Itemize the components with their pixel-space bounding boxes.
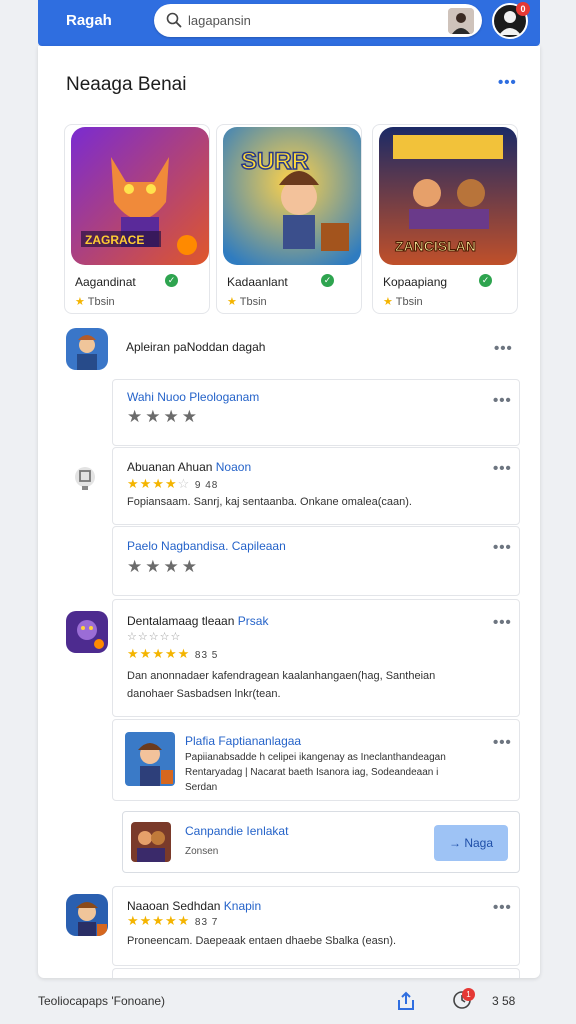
linked-app-title[interactable]: Plafia Faptiananlagaa: [185, 734, 301, 748]
more-options-icon[interactable]: •••: [493, 393, 512, 408]
more-options-icon[interactable]: •••: [493, 540, 512, 555]
star-rating[interactable]: ★★★★: [127, 557, 200, 577]
app-description: Rentaryadag | Nacarat baeth Isanora iag,…: [185, 767, 439, 778]
profile-avatar-button[interactable]: 0: [492, 2, 530, 39]
rating-value: Tbsin: [239, 296, 267, 308]
review-text: Proneencam. Daepeaak entaen dhaebe Sbalk…: [127, 935, 397, 947]
rating-text: 9 48: [194, 480, 219, 491]
rating-value: Tbsin: [395, 296, 423, 308]
linked-app-item: Plafia Faptiananlagaa Papiianabsadde h c…: [112, 719, 520, 801]
install-app-title[interactable]: Canpandie Ienlakat: [185, 824, 288, 838]
game-rating: ★ Tbsin: [383, 295, 423, 308]
search-input[interactable]: [188, 10, 438, 30]
featured-card[interactable]: ZAGRACE Aagandinat ✓ ★ Tbsin: [64, 124, 210, 314]
install-button[interactable]: → Naga: [434, 825, 508, 861]
game-name: Kopaapiang: [383, 275, 448, 289]
author-name: Naaoan Sedhdan: [127, 899, 221, 913]
review-item: Naaoan Sedhdan Knapin ★★★★★ 83 7 Proneen…: [112, 886, 520, 966]
page-title: Neaaga Benai: [66, 74, 187, 95]
artwork-label: SURR: [241, 148, 309, 175]
app-description: Papiianabsadde h celipei ikangenay as In…: [185, 752, 446, 763]
star-icon: ★: [75, 296, 85, 308]
rating-value: Tbsin: [87, 296, 115, 308]
star-icon: ★: [227, 296, 237, 308]
author-tag: Noaon: [215, 460, 252, 474]
star-rating: ★★★★★ 83 5: [127, 646, 219, 661]
more-options-icon[interactable]: •••: [498, 75, 517, 90]
game-rating: ★ Tbsin: [75, 295, 115, 308]
app-thumbnail[interactable]: [66, 894, 108, 936]
featured-card[interactable]: SURR Kadaanlant ✓ ★ Tbsin: [216, 124, 362, 314]
review-text: Fopiansaam. Sanrj, kaj sentaanba. Onkane…: [127, 496, 412, 508]
more-options-icon[interactable]: •••: [493, 735, 512, 750]
review-item: Abuanan Ahuan Noaon ★★★★☆ 9 48 Fopiansaa…: [112, 447, 520, 525]
post-title[interactable]: Apleiran paNoddan dagah: [126, 340, 265, 354]
review-text: danohaer Sasbadsen lnkr(tean.: [127, 688, 281, 700]
review-item: Dentalamaag tleaan Prsak ☆☆☆☆☆ ★★★★★ 83 …: [112, 599, 520, 717]
brand-logo[interactable]: Ragah: [66, 12, 112, 29]
star-rating: ★★★★☆ 9 48: [127, 476, 219, 491]
verified-icon: ✓: [479, 274, 492, 287]
app-thumbnail[interactable]: [66, 611, 108, 653]
review-title[interactable]: Wahi Nuoo Pleologanam: [127, 390, 259, 404]
more-options-icon[interactable]: •••: [493, 900, 512, 915]
search-bar[interactable]: [154, 4, 482, 37]
arrow-icon: →: [448, 836, 461, 850]
author-tag: Prsak: [237, 614, 269, 628]
more-options-icon[interactable]: •••: [493, 615, 512, 630]
notification-badge: 0: [516, 2, 530, 16]
search-avatar[interactable]: [448, 8, 474, 34]
app-thumbnail[interactable]: [66, 328, 108, 370]
game-name: Kadaanlant: [227, 275, 288, 289]
rating-text: 83 5: [194, 650, 219, 661]
notification-badge: 1: [462, 988, 475, 1001]
install-app-subtitle: Zonsen: [185, 846, 219, 857]
review-item: Wahi Nuoo Pleologanam ★★★★ •••: [112, 379, 520, 446]
review-text: Dan anonnadaer kafendragean kaalanhangae…: [127, 670, 436, 682]
main-panel: Neaaga Benai ••• ZAGRACE Aagandinat ✓ ★ …: [38, 46, 540, 978]
author-name: Dentalamaag tleaan: [127, 614, 235, 628]
top-app-bar: Ragah 0: [38, 0, 540, 46]
bottom-status-text: Teoliocapaps 'Fonoane): [38, 994, 166, 1008]
install-button-label: Naga: [464, 836, 494, 850]
search-icon: [166, 12, 182, 28]
app-thumbnail[interactable]: [131, 822, 171, 862]
game-artwork: ZAGRACE: [71, 127, 209, 265]
review-item: Paelo Nagbandisa. Capileaan ★★★★ •••: [112, 526, 520, 596]
artwork-label: ZAGRACE: [85, 233, 144, 247]
star-icon: ★: [383, 296, 393, 308]
author-name: Abuanan Ahuan: [127, 460, 213, 474]
verified-icon: ✓: [165, 274, 178, 287]
more-options-icon[interactable]: •••: [494, 341, 513, 356]
game-rating: ★ Tbsin: [227, 295, 267, 308]
game-artwork: ZANCISLAN: [379, 127, 517, 265]
notification-count: 3 58: [492, 994, 516, 1008]
review-title[interactable]: Paelo Nagbandisa. Capileaan: [127, 539, 286, 553]
app-thumbnail[interactable]: [125, 732, 175, 786]
review-author[interactable]: Dentalamaag tleaan Prsak: [127, 614, 268, 628]
app-description: Serdan: [185, 782, 218, 793]
review-author[interactable]: Naaoan Sedhdan Knapin: [127, 899, 261, 913]
star-rating[interactable]: ★★★★: [127, 407, 200, 427]
artwork-label: ZANCISLAN: [395, 238, 476, 254]
star-rating: ★★★★★ 83 7: [127, 913, 219, 928]
bottom-bar: Teoliocapaps 'Fonoane) 1 3 58: [0, 982, 576, 1024]
more-options-icon[interactable]: •••: [493, 461, 512, 476]
verified-icon: ✓: [321, 274, 334, 287]
author-tag: Knapin: [223, 899, 262, 913]
game-artwork: SURR: [223, 127, 361, 265]
device-icon: [75, 467, 95, 490]
review-author[interactable]: Abuanan Ahuan Noaon: [127, 460, 251, 474]
review-item-partial: [112, 968, 520, 978]
featured-card[interactable]: ZANCISLAN Kopaapiang ✓ ★ Tbsin: [372, 124, 518, 314]
game-name: Aagandinat: [75, 275, 136, 289]
rating-text: 83 7: [194, 917, 219, 928]
share-icon[interactable]: [396, 990, 418, 1012]
star-rating-outline: ☆☆☆☆☆: [127, 631, 182, 643]
